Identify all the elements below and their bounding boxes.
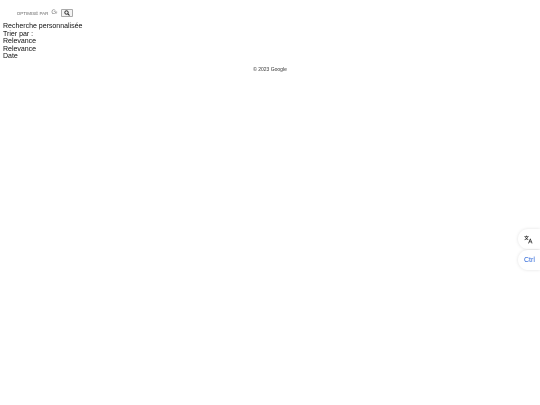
page: OPTIMISÉ PAR Gᵍ Recherche personnalisée … [0, 0, 540, 405]
translate-button[interactable] [518, 229, 540, 249]
custom-search-title: Recherche personnalisée [3, 23, 83, 30]
sort-option-date[interactable]: Date [3, 53, 82, 61]
search-filters: Recherche personnalisée Trier par : Rele… [3, 23, 82, 61]
powered-by-label: OPTIMISÉ PAR [16, 10, 49, 16]
translate-icon [524, 234, 533, 244]
google-logo-icon: Gᵍ [51, 10, 57, 16]
sort-selected-value[interactable]: Relevance [3, 38, 82, 46]
sort-option-relevance[interactable]: Relevance [3, 46, 82, 54]
search-button[interactable] [61, 9, 73, 17]
powered-by: OPTIMISÉ PAR Gᵍ [12, 10, 58, 16]
sort-label: Trier par : [3, 30, 34, 38]
ctrl-shortcut-button[interactable]: Ctrl [518, 250, 540, 270]
search-icon [64, 10, 70, 16]
search-bar: OPTIMISÉ PAR Gᵍ [12, 8, 73, 18]
copyright-footer: © 2023 Google [253, 67, 287, 73]
ctrl-label: Ctrl [524, 256, 535, 264]
